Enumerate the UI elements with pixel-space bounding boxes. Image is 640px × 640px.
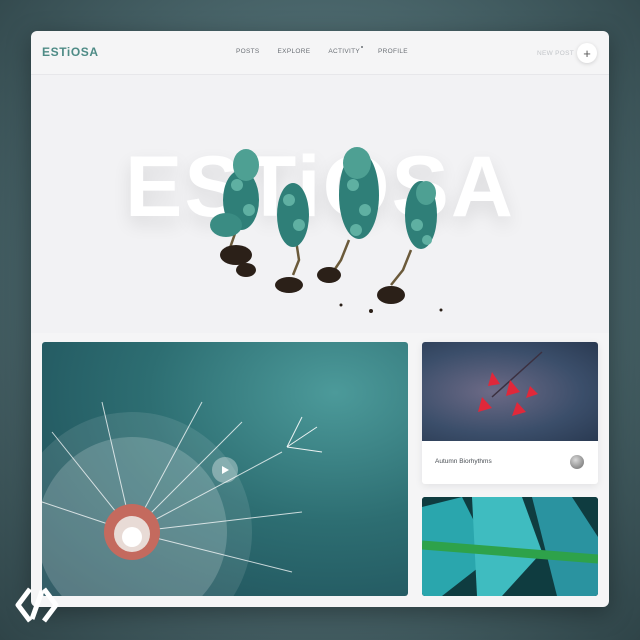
post-card[interactable]: Autumn Biorhythms (422, 342, 598, 484)
new-post-link[interactable]: NEW POST (537, 50, 574, 57)
hero-banner: ESTiOSA (31, 75, 609, 333)
add-post-button[interactable]: + (577, 43, 597, 63)
app-window: ESTiOSA POSTS EXPLORE ACTIVITY PROFILE N… (31, 31, 609, 607)
plus-icon: + (583, 45, 591, 61)
nav-activity-label: ACTIVITY (328, 48, 361, 55)
featured-video-card[interactable] (42, 342, 408, 596)
succulent-plants-image (210, 147, 443, 313)
top-navbar: ESTiOSA POSTS EXPLORE ACTIVITY PROFILE N… (31, 31, 609, 75)
post-card-title: Autumn Biorhythms (435, 458, 492, 465)
nav-explore[interactable]: EXPLORE (278, 48, 311, 55)
nav-profile[interactable]: PROFILE (378, 48, 408, 55)
red-leaves-image (478, 351, 543, 416)
post-card-leaf[interactable] (422, 497, 598, 596)
brand-logo-icon (15, 587, 59, 623)
play-button[interactable] (212, 457, 238, 483)
logo[interactable]: ESTiOSA (42, 45, 99, 59)
nav-posts[interactable]: POSTS (236, 48, 260, 55)
play-icon (222, 466, 229, 474)
leaf-image (422, 497, 598, 596)
nav-activity[interactable]: ACTIVITY (328, 46, 364, 55)
notification-dot (361, 46, 364, 48)
post-card-image (422, 342, 598, 441)
main-nav: POSTS EXPLORE ACTIVITY PROFILE (236, 46, 408, 55)
avatar[interactable] (570, 455, 584, 469)
